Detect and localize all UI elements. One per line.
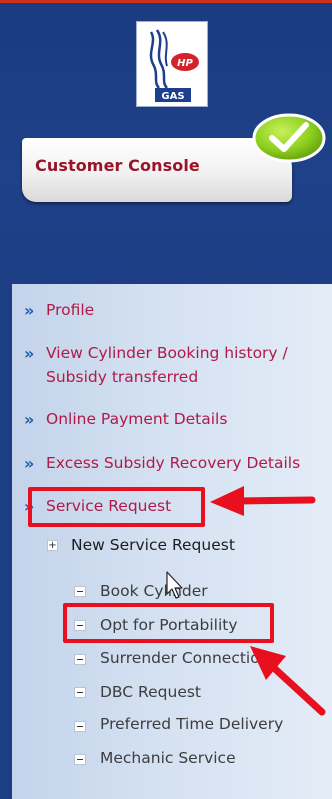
annotation-arrow-diagonal [250,646,326,716]
mouse-cursor-icon [166,571,183,599]
annotation-overlay [166,486,326,716]
annotation-arrow-right [210,486,316,516]
